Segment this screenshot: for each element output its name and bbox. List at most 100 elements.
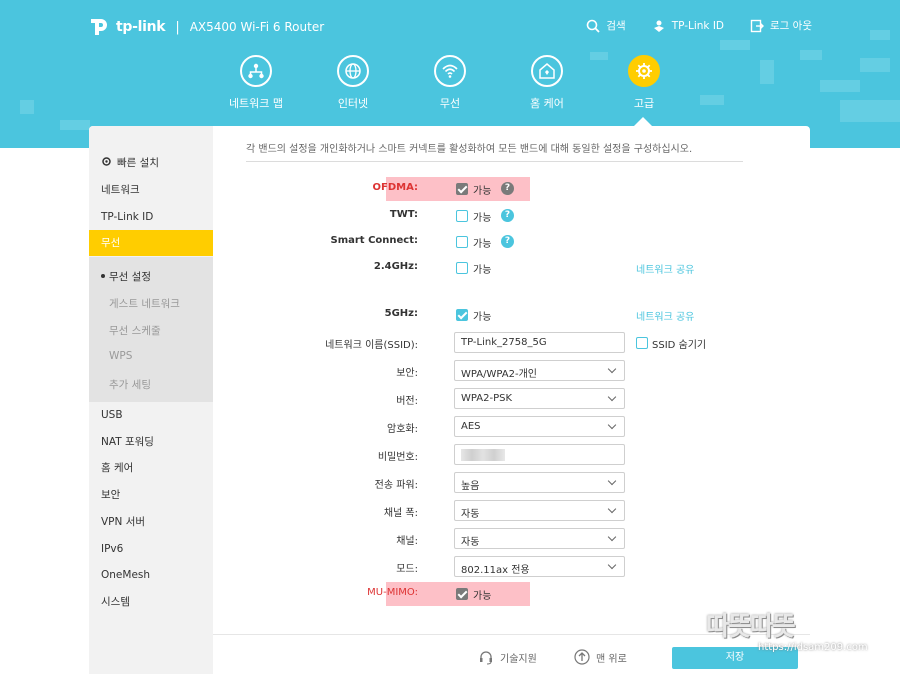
smart-connect-label: Smart Connect: <box>330 235 419 246</box>
sidebar-item-label: IPv6 <box>101 543 124 555</box>
sidebar-item-tplink-id[interactable]: TP-Link ID <box>89 204 213 230</box>
sidebar-item-quick-setup[interactable]: 빠른 설치 <box>89 150 213 176</box>
sidebar-item-system[interactable]: 시스템 <box>89 589 213 615</box>
tx-power-label: 전송 파워: <box>374 480 418 491</box>
nav-home-care-label: 홈 케어 <box>530 97 564 110</box>
encryption-row: 암호화: AES <box>213 415 810 439</box>
nav-wireless[interactable]: 무선 <box>400 55 500 111</box>
sidebar-item-label: TP-Link ID <box>101 211 154 223</box>
section-description: 각 밴드의 설정을 개인화하거나 스마트 커넥트를 활성화하여 모든 밴드에 대… <box>246 140 743 162</box>
main-nav: 네트워크 맵 인터넷 무선 홈 케어 고급 <box>0 55 900 125</box>
headset-icon <box>480 651 492 665</box>
band-5ghz-share-link[interactable]: 네트워크 공유 <box>636 308 694 323</box>
sidebar-item-ipv6[interactable]: IPv6 <box>89 536 213 562</box>
mu-mimo-label: MU-MIMO: <box>367 587 418 598</box>
version-select[interactable]: WPA2-PSK <box>454 388 625 409</box>
submenu-wireless-settings[interactable]: 무선 설정 <box>101 269 151 284</box>
watermark: 따뜻따뜻 https://idsam209.com <box>706 606 892 664</box>
band-24ghz-row: 2.4GHz: 가능 네트워크 공유 <box>213 256 810 280</box>
sidebar-item-security[interactable]: 보안 <box>89 482 213 508</box>
band-24ghz-checkbox[interactable] <box>456 262 468 274</box>
active-tab-caret <box>634 117 652 126</box>
mu-mimo-checkbox[interactable] <box>456 588 468 600</box>
security-label: 보안: <box>396 368 418 379</box>
search-icon <box>587 19 600 33</box>
sidebar: 빠른 설치 네트워크 TP-Link ID 무선 무선 설정 게스트 네트워크 … <box>89 126 213 674</box>
sidebar-item-network[interactable]: 네트워크 <box>89 177 213 203</box>
sidebar-item-wireless[interactable]: 무선 <box>89 230 213 256</box>
ofdma-label: OFDMA: <box>372 182 418 193</box>
top-links: 검색 TP-Link ID 로그 아웃 <box>586 18 812 33</box>
tplink-id-icon <box>653 20 664 32</box>
mode-select[interactable]: 802.11ax 전용 <box>454 556 625 577</box>
sidebar-item-usb[interactable]: USB <box>89 402 213 428</box>
band-24ghz-share-link[interactable]: 네트워크 공유 <box>636 261 694 276</box>
network-map-icon <box>240 55 272 87</box>
back-to-top-label: 맨 위로 <box>596 653 627 665</box>
blurred-password <box>461 449 505 461</box>
support-link[interactable]: 기술지원 <box>478 649 537 665</box>
twt-help-icon[interactable]: ? <box>501 209 514 222</box>
smart-connect-row: Smart Connect: 가능 ? <box>213 230 810 254</box>
tplink-id-link[interactable]: TP-Link ID <box>652 18 724 33</box>
twt-label: TWT: <box>389 209 418 220</box>
submenu-wps[interactable]: WPS <box>109 350 132 362</box>
search-label: 검색 <box>606 20 626 32</box>
sidebar-item-label: 무선 <box>101 237 121 249</box>
ofdma-checkbox-label: 가능 <box>473 186 492 197</box>
wifi-icon <box>434 55 466 87</box>
arrow-up-icon <box>574 649 590 665</box>
password-label: 비밀번호: <box>377 452 418 463</box>
logout-link[interactable]: 로그 아웃 <box>750 18 812 33</box>
twt-checkbox-label: 가능 <box>473 213 492 224</box>
smart-connect-checkbox[interactable] <box>456 236 468 248</box>
sidebar-item-label: 보안 <box>101 489 121 501</box>
nav-network-map[interactable]: 네트워크 맵 <box>206 55 306 111</box>
nav-wireless-label: 무선 <box>439 97 461 110</box>
sidebar-item-nat-forwarding[interactable]: NAT 포워딩 <box>89 429 213 455</box>
security-select[interactable]: WPA/WPA2-개인 <box>454 360 625 381</box>
tx-power-row: 전송 파워: 높음 <box>213 471 810 495</box>
search-link[interactable]: 검색 <box>586 18 626 33</box>
ofdma-checkbox[interactable] <box>456 183 468 195</box>
brand-logo[interactable]: tp-link | AX5400 Wi-Fi 6 Router <box>88 16 324 38</box>
band-5ghz-checkbox[interactable] <box>456 309 468 321</box>
sidebar-item-home-care[interactable]: 홈 케어 <box>89 455 213 481</box>
hide-ssid-label: SSID 숨기기 <box>652 340 707 351</box>
logout-label: 로그 아웃 <box>770 20 812 32</box>
channel-select[interactable]: 자동 <box>454 528 625 549</box>
sidebar-item-vpn-server[interactable]: VPN 서버 <box>89 509 213 535</box>
encryption-label: 암호화: <box>387 424 418 435</box>
sidebar-item-label: 시스템 <box>101 596 130 608</box>
nav-internet[interactable]: 인터넷 <box>303 55 403 111</box>
nav-advanced[interactable]: 고급 <box>594 55 694 111</box>
ssid-input[interactable]: TP-Link_2758_5G <box>454 332 625 353</box>
submenu-guest-network[interactable]: 게스트 네트워크 <box>109 296 180 311</box>
encryption-select[interactable]: AES <box>454 416 625 437</box>
band-5ghz-checkbox-label: 가능 <box>473 312 492 323</box>
back-to-top-link[interactable]: 맨 위로 <box>574 649 627 665</box>
sidebar-item-label: USB <box>101 409 123 421</box>
hide-ssid-checkbox[interactable] <box>636 337 648 349</box>
sidebar-item-onemesh[interactable]: OneMesh <box>89 562 213 588</box>
smart-connect-help-icon[interactable]: ? <box>501 235 514 248</box>
header-decoration <box>720 40 750 50</box>
nav-home-care[interactable]: 홈 케어 <box>497 55 597 111</box>
twt-checkbox[interactable] <box>456 210 468 222</box>
header-decoration <box>870 30 890 40</box>
channel-width-select[interactable]: 자동 <box>454 500 625 521</box>
smart-connect-checkbox-label: 가능 <box>473 239 492 250</box>
brand-name: tp-link <box>116 19 166 35</box>
mode-label: 모드: <box>396 564 418 575</box>
password-row: 비밀번호: <box>213 443 810 467</box>
main-content: 각 밴드의 설정을 개인화하거나 스마트 커넥트를 활성화하여 모든 밴드에 대… <box>213 126 810 674</box>
submenu-wireless-schedule[interactable]: 무선 스케줄 <box>109 323 161 338</box>
channel-row: 채널: 자동 <box>213 527 810 551</box>
tx-power-select[interactable]: 높음 <box>454 472 625 493</box>
password-input[interactable] <box>454 444 625 465</box>
mode-row: 모드: 802.11ax 전용 <box>213 555 810 579</box>
ofdma-help-icon[interactable]: ? <box>501 182 514 195</box>
submenu-additional-settings[interactable]: 추가 세팅 <box>109 377 151 392</box>
sidebar-item-label: VPN 서버 <box>101 516 146 528</box>
gear-icon <box>628 55 660 87</box>
